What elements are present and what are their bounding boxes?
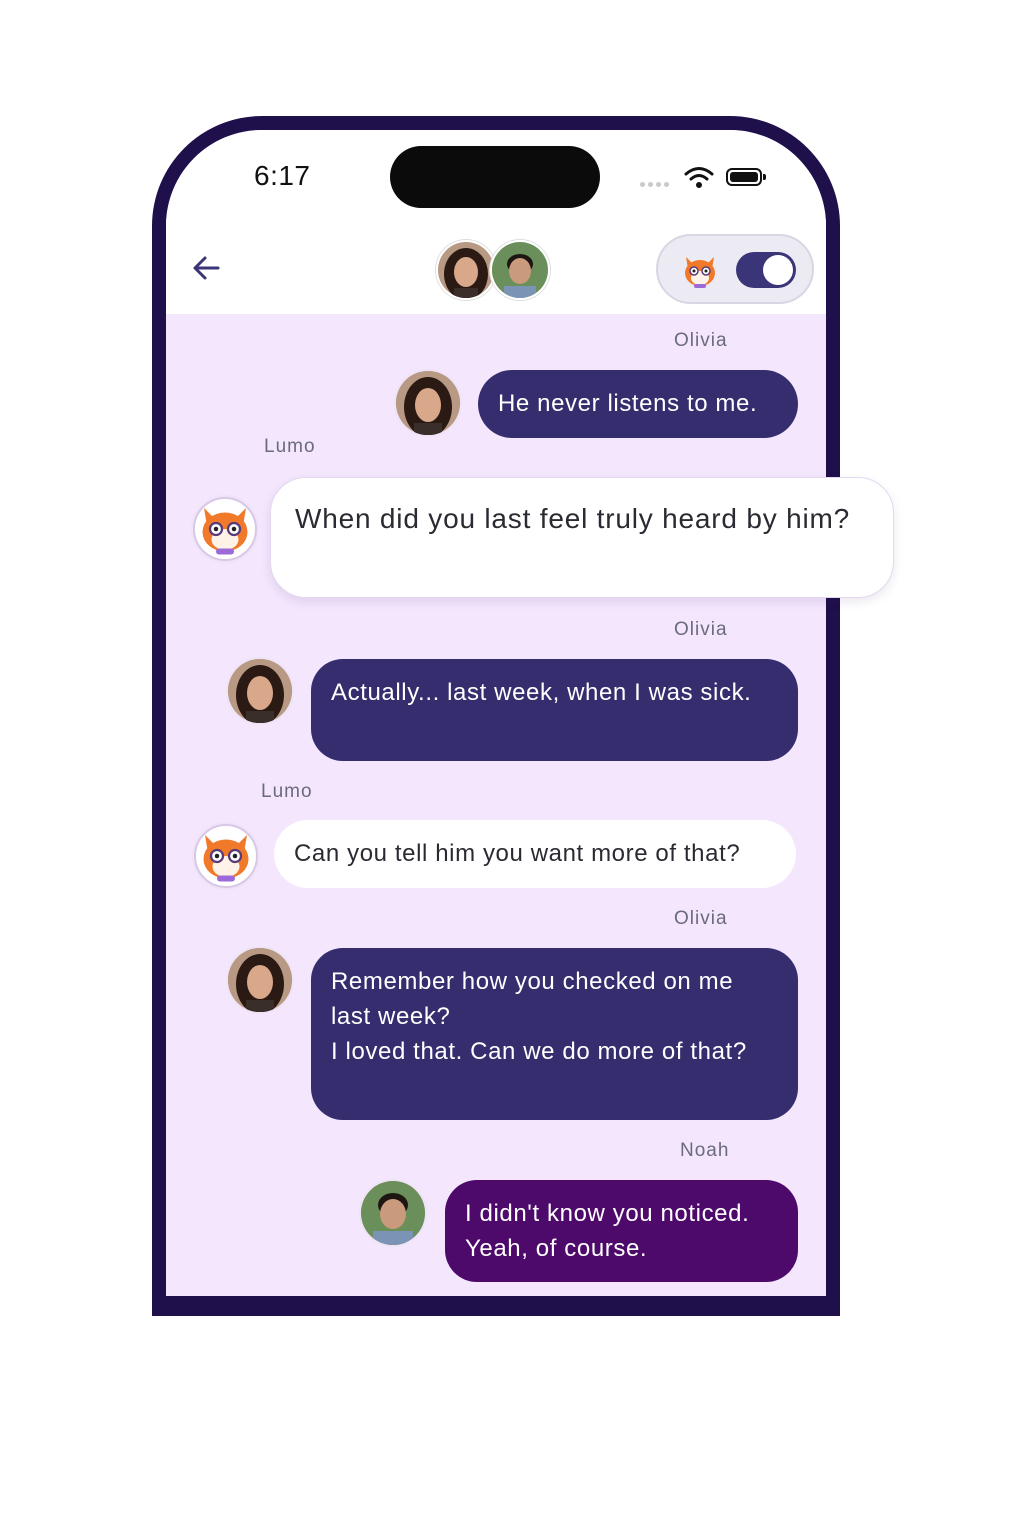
olivia-avatar[interactable] — [228, 948, 292, 1012]
switch-knob — [763, 255, 793, 285]
message-bubble: Remember how you checked on me last week… — [311, 948, 798, 1120]
message-line: I didn't know you noticed. — [465, 1200, 750, 1227]
lumo-mode-toggle[interactable] — [656, 234, 814, 304]
olivia-avatar[interactable] — [228, 659, 292, 723]
wifi-icon — [684, 167, 714, 188]
participants-avatars[interactable] — [436, 240, 550, 300]
mode-switch[interactable] — [736, 252, 796, 288]
sender-label: Olivia — [674, 908, 728, 929]
message-line: Remember how you checked on me last week… — [331, 968, 734, 1030]
phone-screen: 6:17 Olivia He never listens to me. Lumo… — [166, 130, 826, 1296]
sender-label: Lumo — [264, 436, 316, 457]
highlighted-message-bubble: When did you last feel truly heard by hi… — [270, 477, 894, 598]
message-line: I loved that. Can we do more of that? — [331, 1038, 747, 1065]
app-header: 6:17 — [166, 130, 826, 314]
cellular-signal-icon — [640, 182, 669, 187]
message-bubble: He never listens to me. — [478, 370, 798, 438]
message-bubble: Actually... last week, when I was sick. — [311, 659, 798, 761]
arrow-left-icon[interactable] — [190, 252, 222, 284]
message-bubble: I didn't know you noticed. Yeah, of cour… — [445, 1180, 798, 1282]
sender-label: Olivia — [674, 619, 728, 640]
battery-icon — [726, 168, 766, 186]
noah-header-avatar — [490, 240, 550, 300]
message-line: Yeah, of course. — [465, 1235, 648, 1262]
olivia-header-avatar — [436, 240, 496, 300]
sender-label: Olivia — [674, 330, 728, 351]
olivia-avatar[interactable] — [396, 371, 460, 435]
lumo-avatar[interactable] — [193, 497, 257, 561]
sender-label: Lumo — [261, 781, 313, 802]
fox-mascot-icon — [685, 257, 715, 288]
noah-avatar[interactable] — [361, 1181, 425, 1245]
message-bubble: Can you tell him you want more of that? — [274, 820, 796, 888]
lumo-avatar[interactable] — [194, 824, 258, 888]
dynamic-island — [390, 146, 600, 208]
sender-label: Noah — [680, 1140, 730, 1161]
status-time: 6:17 — [254, 160, 311, 191]
